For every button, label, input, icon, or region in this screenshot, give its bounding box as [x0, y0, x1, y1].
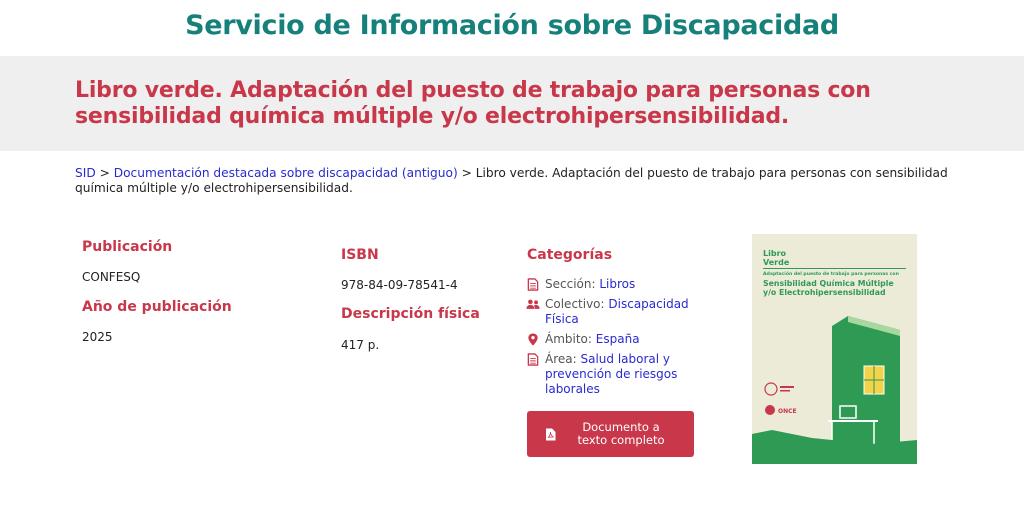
descripcion-value: 417 p. — [341, 338, 380, 352]
categoria-link-espana[interactable]: España — [596, 332, 640, 346]
categoria-label: Área: — [545, 352, 577, 366]
documento-texto-completo-button[interactable]: Documento a texto completo — [527, 411, 694, 457]
cover-desk — [828, 420, 878, 422]
publicacion-label: Publicación — [82, 239, 173, 255]
page-title: Libro verde. Adaptación del puesto de tr… — [75, 78, 871, 129]
cover-logo-2 — [765, 405, 775, 415]
breadcrumb-link-documentacion[interactable]: Documentación destacada sobre discapacid… — [114, 166, 458, 180]
breadcrumb-separator: > — [461, 166, 472, 180]
breadcrumb-separator: > — [99, 166, 110, 180]
file-icon — [527, 278, 539, 291]
isbn-value: 978-84-09-78541-4 — [341, 278, 458, 292]
cover-title-line2: Verde — [763, 258, 790, 267]
file-icon — [527, 353, 539, 366]
publicacion-value: CONFESQ — [82, 270, 141, 284]
categoria-area: Área: Salud laboral y prevención de ries… — [527, 352, 707, 397]
cover-subtitle: Adaptación del puesto de trabajo para pe… — [763, 270, 899, 277]
cover-logo-2-text: ONCE — [778, 408, 797, 415]
categorias-title: Categorías — [527, 247, 613, 263]
categoria-label: Ámbito: — [545, 332, 592, 346]
breadcrumb: SID > Documentación destacada sobre disc… — [75, 166, 955, 196]
categoria-link-libros[interactable]: Libros — [599, 277, 635, 291]
cover-heading-line1: Sensibilidad Química Múltiple — [763, 279, 894, 288]
cover-title-line1: Libro — [763, 249, 787, 258]
anio-label: Año de publicación — [82, 299, 232, 315]
pdf-file-icon — [546, 428, 556, 440]
documento-button-label: Documento a texto completo — [577, 420, 665, 447]
map-pin-icon — [528, 333, 538, 346]
isbn-label: ISBN — [341, 247, 379, 263]
categorias-list: Sección: Libros Colectivo: Discapacidad … — [526, 277, 707, 402]
title-banner: Libro verde. Adaptación del puesto de tr… — [0, 56, 1024, 151]
categoria-label: Sección: — [545, 277, 596, 291]
cover-heading-line2: y/o Electrohipersensibilidad — [763, 288, 886, 297]
book-cover-image[interactable]: Libro Verde Adaptación del puesto de tra… — [752, 234, 917, 464]
site-title[interactable]: Servicio de Información sobre Discapacid… — [0, 10, 1024, 41]
categoria-label: Colectivo: — [545, 297, 605, 311]
descripcion-label: Descripción física — [341, 306, 480, 322]
cover-divider — [763, 268, 906, 269]
categoria-colectivo: Colectivo: Discapacidad Física — [526, 297, 707, 327]
users-icon — [526, 299, 540, 309]
breadcrumb-link-sid[interactable]: SID — [75, 166, 96, 180]
categoria-ambito: Ámbito: España — [527, 332, 707, 347]
categoria-seccion: Sección: Libros — [527, 277, 707, 292]
anio-value: 2025 — [82, 330, 113, 344]
